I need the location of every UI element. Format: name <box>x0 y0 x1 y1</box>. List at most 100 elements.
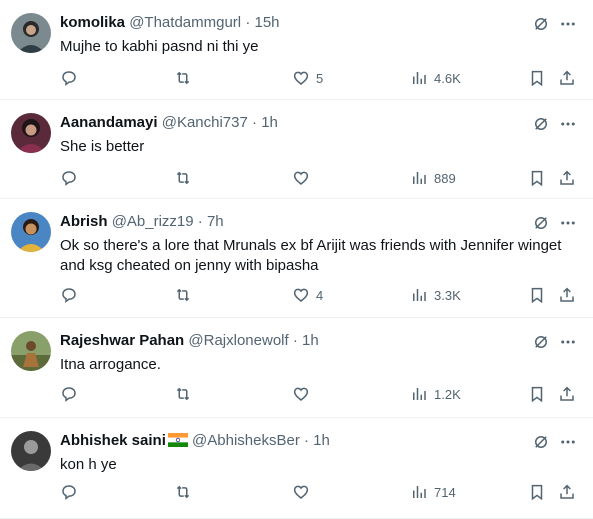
like-button[interactable]: 4 <box>292 285 323 305</box>
separator-dot: · <box>252 114 258 131</box>
user-handle[interactable]: @Thatdammgurl <box>129 14 241 31</box>
like-button[interactable] <box>292 482 316 502</box>
bookmark-button[interactable] <box>528 384 546 404</box>
display-name[interactable]: komolika <box>60 14 125 31</box>
avatar[interactable] <box>11 212 51 252</box>
separator-dot: · <box>197 213 203 230</box>
timestamp[interactable]: 1h <box>261 114 278 131</box>
display-name[interactable]: Abrish <box>60 213 108 230</box>
bookmark-button[interactable] <box>528 168 546 188</box>
heart-icon <box>293 288 309 302</box>
timestamp[interactable]: 15h <box>254 14 279 31</box>
share-icon <box>560 484 574 499</box>
reply-button[interactable] <box>60 384 78 404</box>
avatar[interactable] <box>11 431 51 471</box>
action-bar: 889 <box>60 168 575 188</box>
view-count: 4.6K <box>434 70 461 86</box>
view-count: 1.2K <box>434 386 461 402</box>
bookmark-button[interactable] <box>528 68 546 88</box>
view-count: 3.3K <box>434 287 461 303</box>
timestamp[interactable]: 1h <box>313 432 330 449</box>
grok-icon[interactable] <box>532 15 550 33</box>
views-button[interactable]: 714 <box>410 482 456 502</box>
views-icon <box>413 486 426 498</box>
retweet-icon <box>176 288 190 302</box>
separator-dot: · <box>245 14 251 31</box>
bookmark-button[interactable] <box>528 482 546 502</box>
more-icon[interactable] <box>559 15 577 33</box>
heart-icon <box>293 387 309 401</box>
action-bar: 1.2K <box>60 384 575 404</box>
like-button[interactable] <box>292 168 316 188</box>
tweet[interactable]: Rajeshwar Pahan @Rajxlonewolf · 1h Itna … <box>0 318 593 418</box>
user-handle[interactable]: @Rajxlonewolf <box>188 332 288 349</box>
share-button[interactable] <box>558 168 576 188</box>
like-button[interactable]: 5 <box>292 68 323 88</box>
reply-icon <box>62 171 76 186</box>
more-icon[interactable] <box>559 115 577 133</box>
retweet-icon <box>176 171 190 185</box>
reply-button[interactable] <box>60 168 78 188</box>
action-bar: 5 4.6K <box>60 68 575 88</box>
avatar[interactable] <box>11 13 51 53</box>
display-name[interactable]: Aanandamayi <box>60 114 158 131</box>
retweet-icon <box>176 387 190 401</box>
reply-button[interactable] <box>60 285 78 305</box>
share-button[interactable] <box>558 482 576 502</box>
share-button[interactable] <box>558 384 576 404</box>
bookmark-icon <box>531 70 543 87</box>
retweet-button[interactable] <box>174 285 192 305</box>
user-handle[interactable]: @Ab_rizz19 <box>112 213 194 230</box>
tweet[interactable]: Aanandamayi @Kanchi737 · 1h She is bette… <box>0 100 593 199</box>
share-button[interactable] <box>558 68 576 88</box>
views-button[interactable]: 4.6K <box>410 68 461 88</box>
grok-icon[interactable] <box>532 433 550 451</box>
tweet-header: Rajeshwar Pahan @Rajxlonewolf · 1h <box>60 332 319 350</box>
views-icon <box>413 289 426 301</box>
grok-icon[interactable] <box>532 115 550 133</box>
tweet-text: She is better <box>60 138 145 155</box>
timestamp[interactable]: 7h <box>207 213 224 230</box>
grok-icon[interactable] <box>532 214 550 232</box>
reply-icon <box>62 485 76 500</box>
heart-icon <box>293 171 309 185</box>
views-button[interactable]: 3.3K <box>410 285 461 305</box>
views-button[interactable]: 889 <box>410 168 456 188</box>
india-flag-icon <box>167 433 188 447</box>
like-count: 5 <box>316 70 324 86</box>
avatar[interactable] <box>11 113 51 153</box>
retweet-button[interactable] <box>174 384 192 404</box>
display-name[interactable]: Abhishek saini <box>60 432 166 449</box>
retweet-button[interactable] <box>174 482 192 502</box>
reply-button[interactable] <box>60 482 78 502</box>
user-handle[interactable]: @AbhisheksBer <box>192 432 300 449</box>
tweet-header: komolika @Thatdammgurl · 15h <box>60 14 280 32</box>
reply-icon <box>62 288 76 303</box>
timestamp[interactable]: 1h <box>302 332 319 349</box>
grok-icon[interactable] <box>532 333 550 351</box>
views-icon <box>413 172 426 184</box>
share-icon <box>560 386 574 401</box>
tweet[interactable]: Abhishek saini @AbhisheksBer · 1h kon h … <box>0 418 593 519</box>
more-icon[interactable] <box>559 433 577 451</box>
tweet-header: Aanandamayi @Kanchi737 · 1h <box>60 114 278 132</box>
tweet[interactable]: Abrish @Ab_rizz19 · 7h Ok so there's a l… <box>0 199 593 318</box>
more-icon[interactable] <box>559 333 577 351</box>
reply-button[interactable] <box>60 68 78 88</box>
heart-icon <box>293 485 309 499</box>
tweet-text: kon h ye <box>60 456 117 473</box>
display-name[interactable]: Rajeshwar Pahan <box>60 332 184 349</box>
avatar[interactable] <box>11 331 51 371</box>
retweet-button[interactable] <box>174 68 192 88</box>
tweet[interactable]: komolika @Thatdammgurl · 15h Mujhe to ka… <box>0 0 593 100</box>
more-icon[interactable] <box>559 214 577 232</box>
share-button[interactable] <box>558 285 576 305</box>
retweet-button[interactable] <box>174 168 192 188</box>
like-button[interactable] <box>292 384 316 404</box>
bookmark-button[interactable] <box>528 285 546 305</box>
like-count: 4 <box>316 287 324 303</box>
reply-icon <box>62 387 76 402</box>
bookmark-icon <box>531 484 543 501</box>
user-handle[interactable]: @Kanchi737 <box>162 114 248 131</box>
views-button[interactable]: 1.2K <box>410 384 461 404</box>
